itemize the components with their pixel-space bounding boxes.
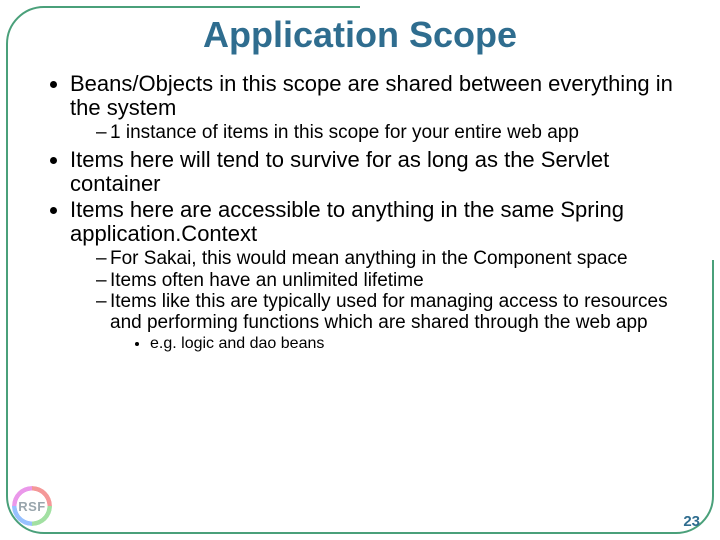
bullet-1-text: Beans/Objects in this scope are shared b… [70, 71, 673, 120]
bullet-1-sub-1: 1 instance of items in this scope for yo… [96, 122, 688, 143]
bullet-3-sub-3-text: Items like this are typically used for m… [110, 291, 668, 333]
rsf-logo-text: RSF [12, 486, 52, 526]
bullet-3: Items here are accessible to anything in… [70, 198, 688, 354]
rsf-logo: RSF [12, 486, 52, 526]
bullet-3-sub-3-a: e.g. logic and dao beans [150, 335, 688, 353]
bullet-2: Items here will tend to survive for as l… [70, 148, 688, 196]
bullet-1: Beans/Objects in this scope are shared b… [70, 72, 688, 144]
bullet-3-sub-3: Items like this are typically used for m… [96, 291, 688, 354]
slide-title: Application Scope [0, 14, 720, 56]
bullet-3-text: Items here are accessible to anything in… [70, 197, 624, 246]
bullet-3-sub-1: For Sakai, this would mean anything in t… [96, 248, 688, 269]
slide-body: Beans/Objects in this scope are shared b… [48, 72, 688, 358]
bullet-3-sub-2: Items often have an unlimited lifetime [96, 270, 688, 291]
page-number: 23 [683, 513, 700, 530]
